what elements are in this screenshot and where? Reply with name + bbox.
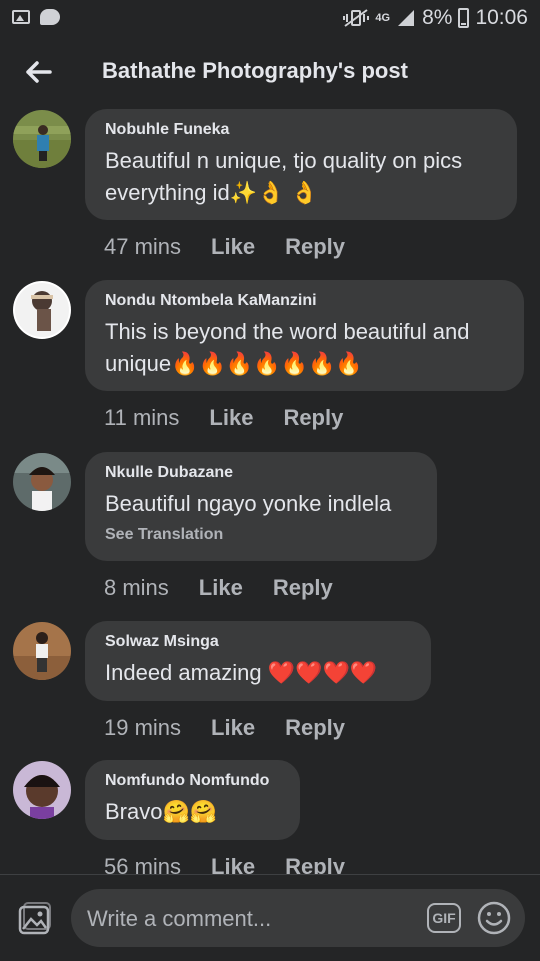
avatar[interactable] xyxy=(13,281,71,339)
avatar[interactable] xyxy=(13,761,71,819)
comment-author[interactable]: Nkulle Dubazane xyxy=(105,464,417,482)
battery-icon xyxy=(458,8,470,28)
avatar[interactable] xyxy=(13,110,71,168)
comment-author[interactable]: Nondu Ntombela KaManzini xyxy=(105,292,504,310)
comment-text: Beautiful n unique, tjo quality on pics … xyxy=(105,148,463,205)
comment-author[interactable]: Nomfundo Nomfundo xyxy=(105,772,280,790)
comment-bubble[interactable]: Nondu Ntombela KaManzini This is beyond … xyxy=(85,280,524,391)
like-button[interactable]: Like xyxy=(209,405,253,431)
like-button[interactable]: Like xyxy=(211,854,255,874)
comment-author[interactable]: Nobuhle Funeka xyxy=(105,121,497,139)
comment-actions: 8 mins Like Reply xyxy=(104,575,333,601)
comment-actions: 19 mins Like Reply xyxy=(104,715,345,741)
reply-button[interactable]: Reply xyxy=(283,405,343,431)
back-button[interactable] xyxy=(18,52,58,92)
arrow-left-icon xyxy=(26,61,52,83)
comment-text: Indeed amazing ❤️❤️❤️❤️ xyxy=(105,660,378,685)
network-type: 4G xyxy=(375,12,391,24)
photo-icon xyxy=(18,902,51,935)
smiley-icon xyxy=(477,901,511,935)
comment-actions: 47 mins Like Reply xyxy=(104,234,345,260)
comment-bubble[interactable]: Nobuhle Funeka Beautiful n unique, tjo q… xyxy=(85,109,517,220)
signal-icon xyxy=(398,10,415,26)
avatar[interactable] xyxy=(13,453,71,511)
mute-vibrate-icon xyxy=(343,9,370,27)
top-bar: Bathathe Photography's post xyxy=(0,38,540,106)
comment-time: 47 mins xyxy=(104,234,182,259)
like-button[interactable]: Like xyxy=(199,575,243,601)
battery-percent: 8% xyxy=(422,6,453,29)
comment-bubble[interactable]: Nomfundo Nomfundo Bravo🤗🤗 xyxy=(85,760,300,840)
reply-button[interactable]: Reply xyxy=(285,715,345,741)
like-button[interactable]: Like xyxy=(211,234,255,260)
comment-text: Beautiful ngayo yonke indlela xyxy=(105,491,392,516)
reply-button[interactable]: Reply xyxy=(285,234,345,260)
comment-time: 11 mins xyxy=(104,405,180,430)
message-notification-icon xyxy=(40,9,60,25)
comment-time: 56 mins xyxy=(104,854,182,874)
comments-list[interactable]: Nobuhle Funeka Beautiful n unique, tjo q… xyxy=(0,106,540,874)
comment-time: 19 mins xyxy=(104,715,182,740)
comment-bubble[interactable]: Solwaz Msinga Indeed amazing ❤️❤️❤️❤️ xyxy=(85,621,431,701)
comment-bubble[interactable]: Nkulle Dubazane Beautiful ngayo yonke in… xyxy=(85,452,437,561)
like-button[interactable]: Like xyxy=(211,715,255,741)
avatar[interactable] xyxy=(13,622,71,680)
comment-text: Bravo🤗🤗 xyxy=(105,799,218,824)
see-translation-link[interactable]: See Translation xyxy=(105,526,417,544)
comment-author[interactable]: Solwaz Msinga xyxy=(105,633,411,651)
page-title: Bathathe Photography's post xyxy=(102,58,408,83)
comment-composer: Write a comment... GIF xyxy=(0,874,540,961)
comment-input-placeholder: Write a comment... xyxy=(87,906,272,931)
gif-button[interactable]: GIF xyxy=(427,903,461,933)
comment-input[interactable]: Write a comment... GIF xyxy=(71,889,525,947)
add-photo-button[interactable] xyxy=(16,901,52,937)
comment-actions: 11 mins Like Reply xyxy=(104,405,343,431)
comment-text: This is beyond the word beautiful and un… xyxy=(105,319,470,376)
gallery-notification-icon xyxy=(12,10,30,24)
status-bar: 4G 8% 10:06 xyxy=(0,0,540,38)
reply-button[interactable]: Reply xyxy=(273,575,333,601)
reply-button[interactable]: Reply xyxy=(285,854,345,874)
emoji-button[interactable] xyxy=(477,901,511,935)
clock: 10:06 xyxy=(475,6,528,29)
comment-time: 8 mins xyxy=(104,575,169,600)
comment-actions: 56 mins Like Reply xyxy=(104,854,345,874)
